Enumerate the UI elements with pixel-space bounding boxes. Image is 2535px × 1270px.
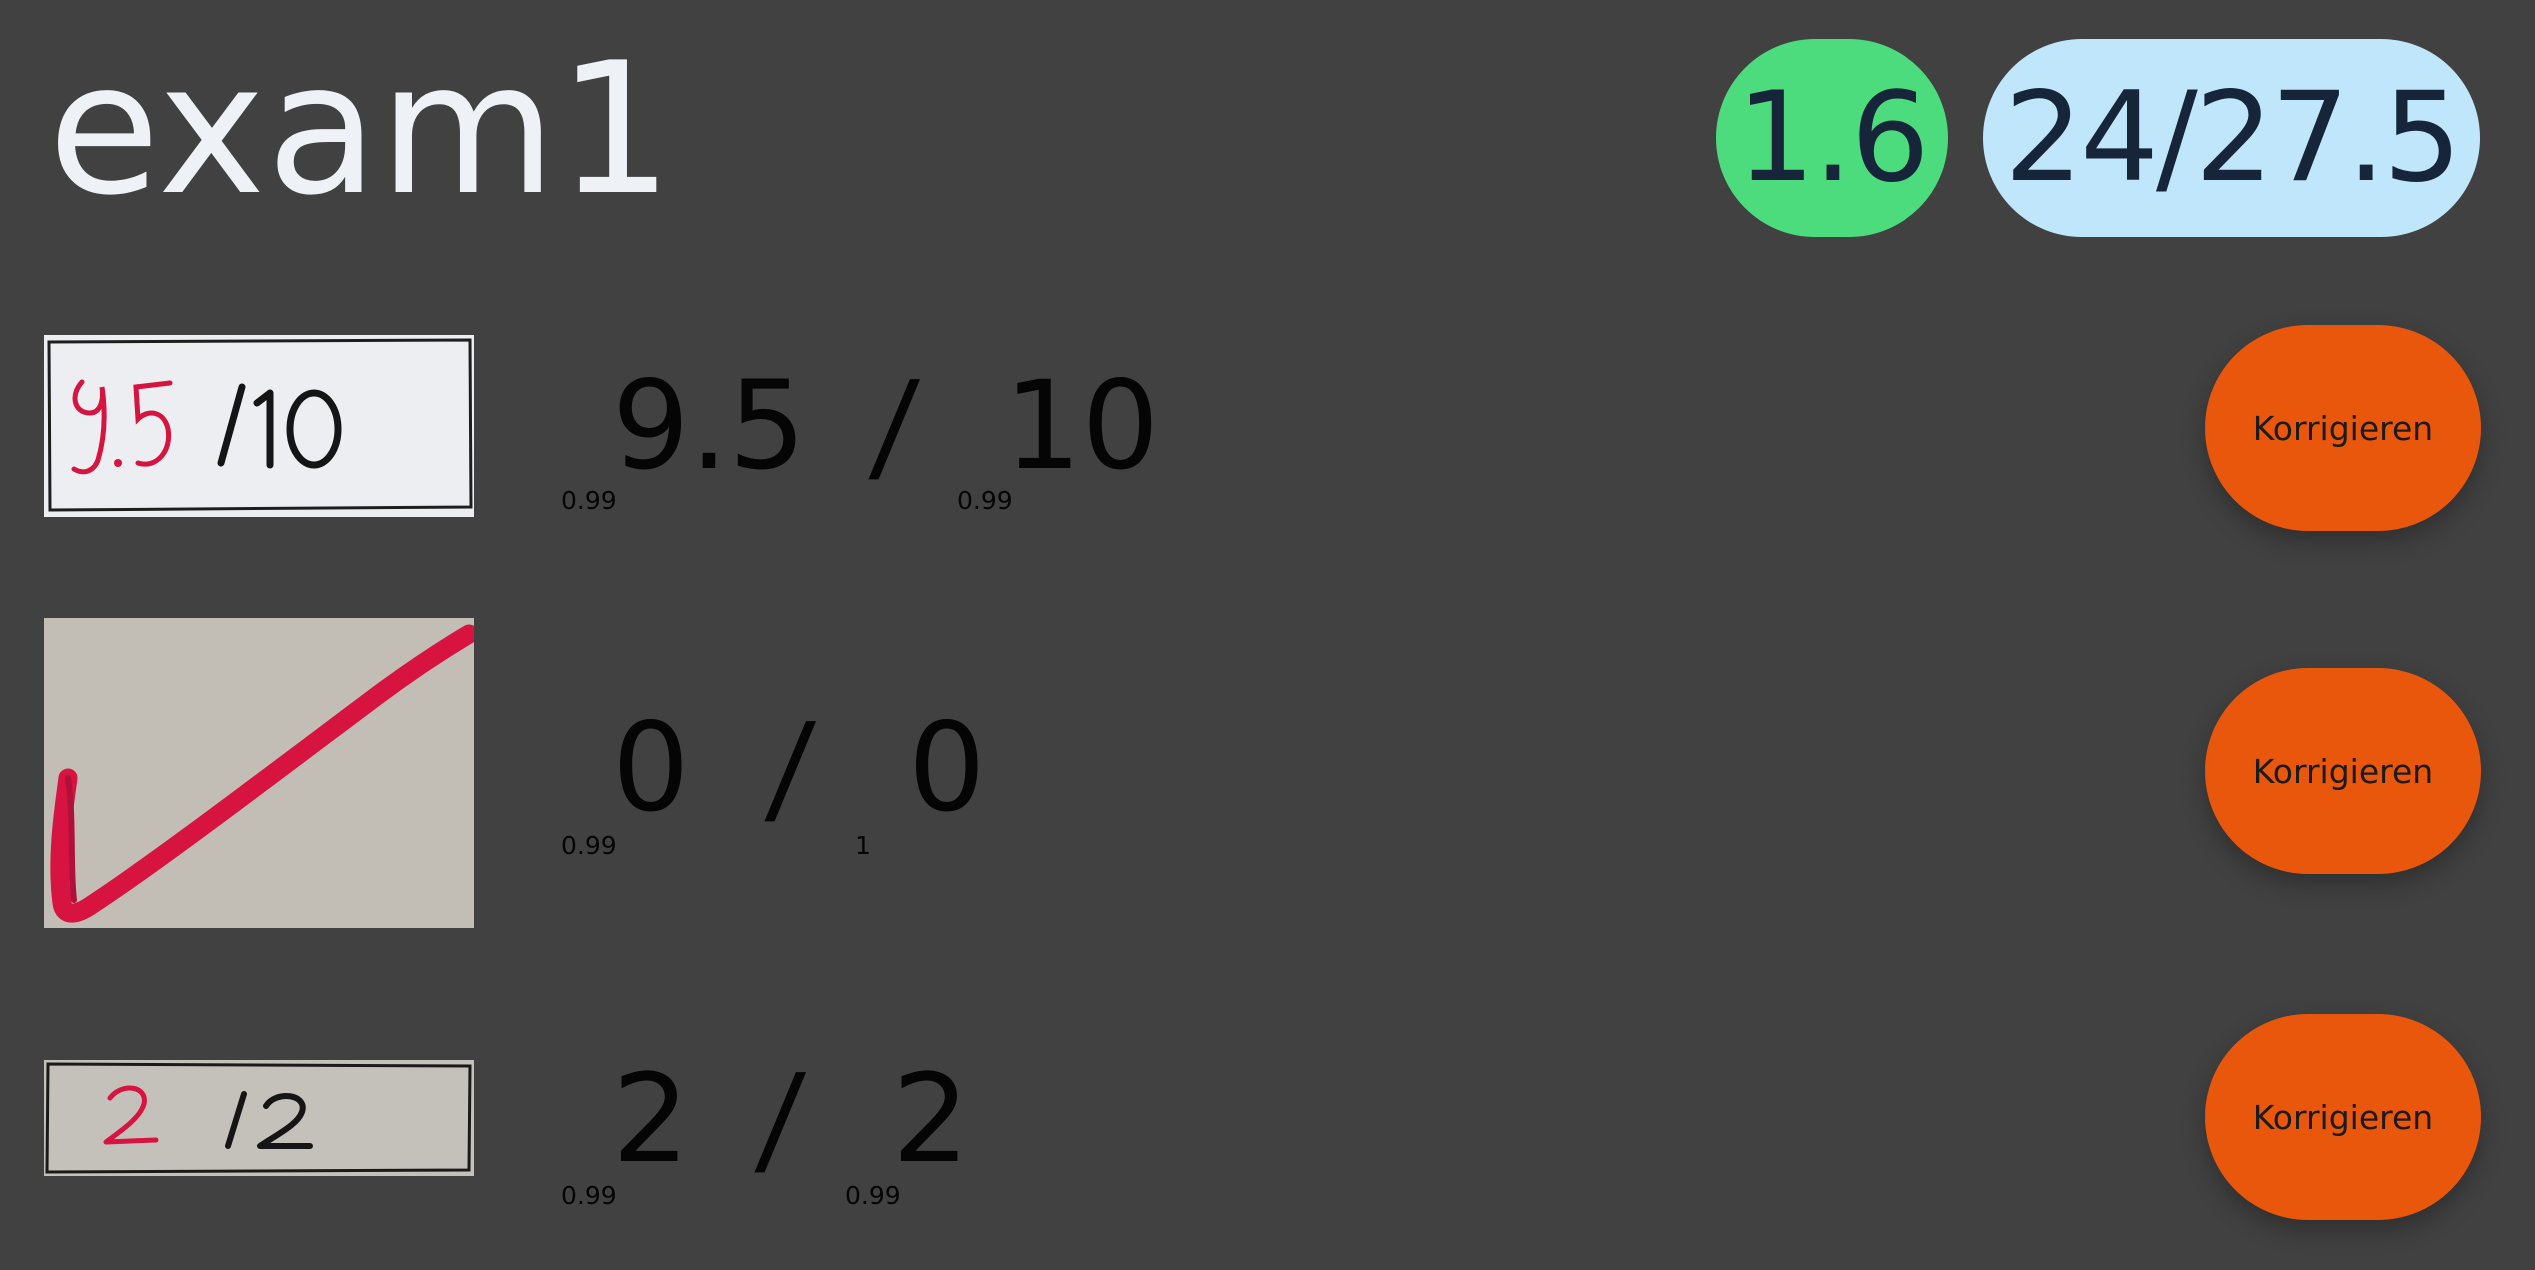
task-row: 0.99 0 / 1 0 Korrigieren (0, 615, 2535, 935)
korrigieren-button[interactable]: Korrigieren (2205, 1014, 2481, 1220)
maximum-points: 2 (892, 1048, 970, 1190)
achieved-confidence: 0.99 (561, 1181, 617, 1210)
task-row: 0.99 2 / 0.99 2 Korrigieren (0, 1010, 2535, 1240)
total-score-badge: 24/27.5 (1983, 39, 2480, 237)
maximum-points: 0 (908, 697, 986, 839)
korrigieren-button[interactable]: Korrigieren (2205, 668, 2481, 874)
points-separator: / (752, 1048, 809, 1190)
achieved-confidence: 0.99 (561, 486, 617, 515)
achieved-points: 9.5 (612, 355, 807, 497)
maximum-confidence: 1 (855, 831, 871, 860)
points-separator: / (762, 697, 819, 839)
maximum-points: 10 (1004, 355, 1160, 497)
korrigieren-button[interactable]: Korrigieren (2205, 325, 2481, 531)
score-snippet-image (44, 335, 474, 517)
points-separator: / (866, 355, 923, 497)
exam-page: exam1 1.6 24/27.5 0.99 9.5 / 0.99 10 Kor… (0, 0, 2535, 1270)
score-snippet-image (44, 1060, 474, 1176)
task-row: 0.99 9.5 / 0.99 10 Korrigieren (0, 320, 2535, 540)
achieved-confidence: 0.99 (561, 831, 617, 860)
check-mark-image (44, 618, 474, 928)
achieved-points: 0 (612, 697, 690, 839)
exam-title: exam1 (48, 23, 675, 235)
achieved-points: 2 (612, 1048, 690, 1190)
grade-badge: 1.6 (1716, 39, 1948, 237)
